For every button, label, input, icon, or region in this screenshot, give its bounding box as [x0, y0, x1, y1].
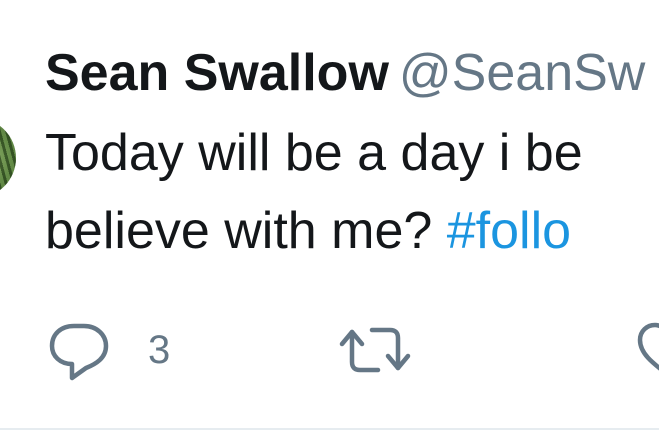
- retweet-icon: [339, 327, 411, 373]
- tweet-actions: 3: [0, 318, 659, 382]
- retweet-button[interactable]: [338, 318, 412, 382]
- tweet-card[interactable]: Sean Swallow @SeanSw Today will be a day …: [0, 0, 659, 438]
- tweet-header: Sean Swallow @SeanSw: [45, 40, 645, 106]
- reply-icon: [49, 323, 109, 381]
- like-button[interactable]: [636, 318, 659, 382]
- divider: [0, 428, 659, 430]
- tweet-text-line-2: believe with me? #follo: [45, 198, 571, 264]
- tweet-text-line-2-prefix: believe with me?: [45, 202, 447, 260]
- tweet-text-line-1: Today will be a day i be: [45, 124, 583, 182]
- avatar[interactable]: [0, 118, 16, 198]
- like-icon: [637, 322, 659, 371]
- reply-button[interactable]: 3: [48, 318, 170, 382]
- reply-count: 3: [148, 327, 171, 372]
- hashtag-link[interactable]: #follo: [447, 202, 571, 260]
- author-name[interactable]: Sean Swallow: [45, 44, 389, 102]
- author-handle[interactable]: @SeanSw: [399, 44, 645, 102]
